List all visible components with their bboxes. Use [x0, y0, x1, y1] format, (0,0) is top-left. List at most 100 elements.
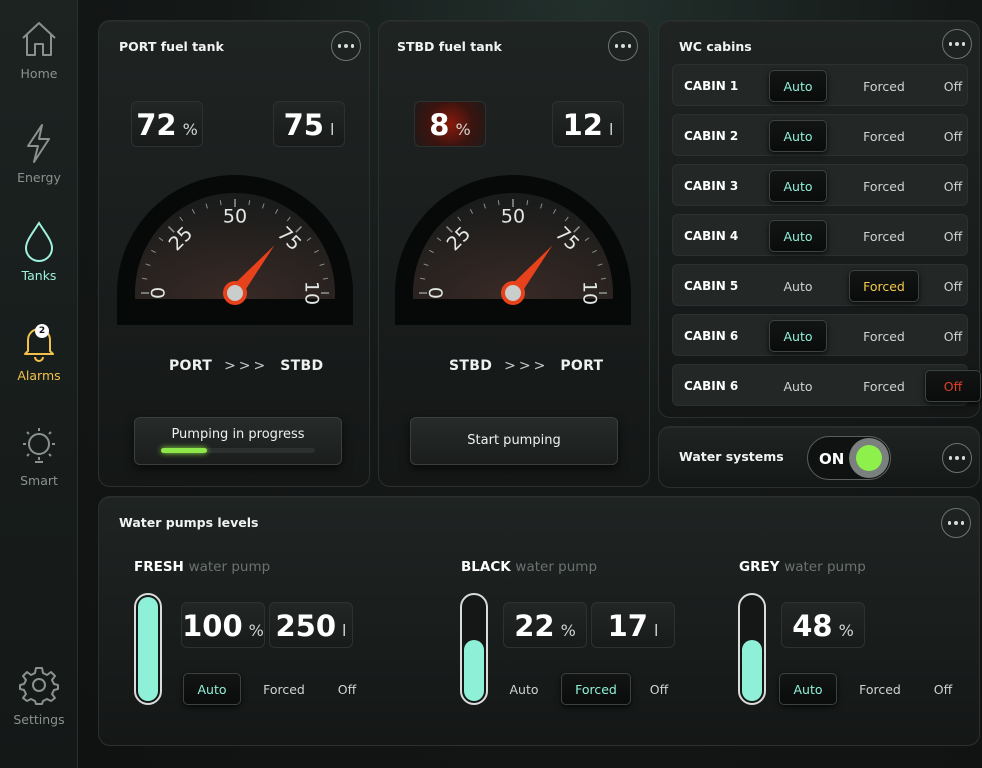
liters-value: 17 [607, 609, 648, 643]
dot-icon [947, 521, 952, 525]
start-pumping-button[interactable]: Start pumping [410, 417, 618, 465]
more-options-button[interactable] [942, 443, 972, 473]
more-options-button[interactable] [608, 31, 638, 61]
wc-cabins-panel: WC cabins CABIN 1 Auto Forced Off CABIN 2 Aut… [658, 20, 981, 418]
nav-label-energy: Energy [17, 170, 61, 185]
pumping-status-label: Pumping in progress [171, 427, 305, 442]
gauge-tick-label: 10 [301, 281, 323, 305]
cabin-mode-forced-button[interactable]: Forced [849, 70, 919, 102]
pump-name: GREY [739, 559, 780, 575]
pumping-status-button[interactable]: Pumping in progress [134, 417, 342, 465]
gauge-hub-cap [227, 285, 243, 301]
cabin-mode-off-button[interactable]: Off [925, 170, 981, 202]
cabin-name: CABIN 6 [684, 379, 739, 393]
percent-unit: % [455, 120, 471, 139]
cabin-mode-off-button[interactable]: Off [925, 370, 981, 402]
pump-subtitle: water pump [784, 559, 866, 575]
pump-mode-off-button[interactable]: Off [919, 673, 967, 705]
fuel-gauge: 025507510 [395, 175, 631, 325]
nav-item-energy[interactable]: Energy [0, 122, 78, 202]
nav-item-smart[interactable]: Smart [0, 425, 78, 505]
black-liters-readout: 17 l [591, 602, 675, 648]
nav-label-home: Home [20, 66, 58, 81]
cabin-name: CABIN 3 [684, 179, 739, 193]
pump-mode-off-button[interactable]: Off [323, 673, 371, 705]
cabin-mode-off-button[interactable]: Off [925, 120, 981, 152]
more-options-button[interactable] [942, 29, 972, 59]
more-options-button[interactable] [941, 508, 971, 538]
percent-value: 48 [792, 609, 833, 643]
gauge-hub-cap [505, 285, 521, 301]
grey-level-bar [738, 593, 766, 705]
pump-mode-off-button[interactable]: Off [635, 673, 683, 705]
level-fill [138, 597, 158, 701]
liters-unit: l [653, 621, 659, 640]
cabin-mode-off-button[interactable]: Off [925, 320, 981, 352]
liters-value: 12 [562, 108, 603, 142]
dot-icon [954, 521, 958, 525]
liters-readout: 12 l [552, 101, 624, 147]
more-options-button[interactable] [331, 31, 361, 61]
stbd-fuel-tank-panel: STBD fuel tank 8 % 12 l 0 25 50 75 10 STBD >>… [378, 20, 650, 487]
water-systems-toggle[interactable]: ON [807, 436, 891, 480]
cabin-mode-auto-button[interactable]: Auto [769, 170, 827, 202]
cabin-mode-auto-button[interactable]: Auto [769, 120, 827, 152]
cabin-mode-auto-button[interactable]: Auto [769, 370, 827, 402]
cabin-mode-auto-button[interactable]: Auto [769, 320, 827, 352]
dot-icon [948, 42, 953, 46]
pump-mode-auto-button[interactable]: Auto [495, 673, 553, 705]
cabin-mode-forced-button[interactable]: Forced [849, 170, 919, 202]
dot-icon [621, 44, 625, 48]
fuel-gauge: 025507510 [117, 175, 353, 325]
black-percent-readout: 22 % [503, 602, 587, 648]
fresh-level-bar [134, 593, 162, 705]
pump-mode-forced-button[interactable]: Forced [845, 673, 915, 705]
pump-mode-forced-button[interactable]: Forced [561, 673, 631, 705]
cabin-mode-forced-button[interactable]: Forced [849, 270, 919, 302]
cabin-mode-auto-button[interactable]: Auto [769, 70, 827, 102]
pump-mode-auto-button[interactable]: Auto [779, 673, 837, 705]
nav-item-home[interactable]: Home [0, 18, 78, 98]
black-pump-title: BLACK water pump [461, 559, 597, 575]
flow-from: PORT [169, 358, 213, 374]
pump-mode-forced-button[interactable]: Forced [249, 673, 319, 705]
flow-arrows-icon: >>> [224, 358, 269, 374]
status-indicator-icon [856, 445, 882, 471]
nav-item-settings[interactable]: Settings [0, 664, 78, 744]
panel-title: WC cabins [679, 39, 752, 54]
cabin-mode-forced-button[interactable]: Forced [849, 220, 919, 252]
cabin-mode-auto-button[interactable]: Auto [769, 220, 827, 252]
transfer-direction: STBD >>> PORT [449, 358, 603, 374]
cabin-mode-forced-button[interactable]: Forced [849, 370, 919, 402]
lightning-icon [27, 124, 50, 163]
water-systems-panel: Water systems ON [658, 426, 980, 488]
cabin-row: CABIN 2 Auto Forced Off [672, 114, 968, 156]
percent-unit: % [182, 120, 198, 139]
cabin-mode-auto-button[interactable]: Auto [769, 270, 827, 302]
cabin-row: CABIN 6 Auto Forced Off [672, 314, 968, 356]
dot-icon [948, 456, 953, 460]
cabin-mode-off-button[interactable]: Off [925, 270, 981, 302]
cabin-row: CABIN 4 Auto Forced Off [672, 214, 968, 256]
gauge-tick-label: 50 [223, 206, 247, 228]
pump-subtitle: water pump [188, 559, 271, 575]
pump-mode-auto-button[interactable]: Auto [183, 673, 241, 705]
start-pumping-label: Start pumping [467, 433, 561, 448]
level-fill [464, 640, 484, 701]
pump-name: FRESH [134, 559, 184, 575]
gauge-tick-label: 50 [501, 206, 525, 228]
flow-to: STBD [280, 358, 324, 374]
nav-item-tanks[interactable]: Tanks [0, 220, 78, 300]
cabin-mode-off-button[interactable]: Off [925, 70, 981, 102]
dot-icon [960, 521, 965, 525]
flow-from: STBD [449, 358, 493, 374]
dot-icon [961, 42, 966, 46]
dot-icon [614, 44, 619, 48]
level-fill [742, 640, 762, 701]
nav-item-alarms[interactable]: 2 Alarms [0, 320, 78, 400]
cabin-mode-off-button[interactable]: Off [925, 220, 981, 252]
cabin-mode-forced-button[interactable]: Forced [849, 320, 919, 352]
cabin-mode-forced-button[interactable]: Forced [849, 120, 919, 152]
pump-name: BLACK [461, 559, 511, 575]
gauge-tick-label: 10 [579, 281, 601, 305]
